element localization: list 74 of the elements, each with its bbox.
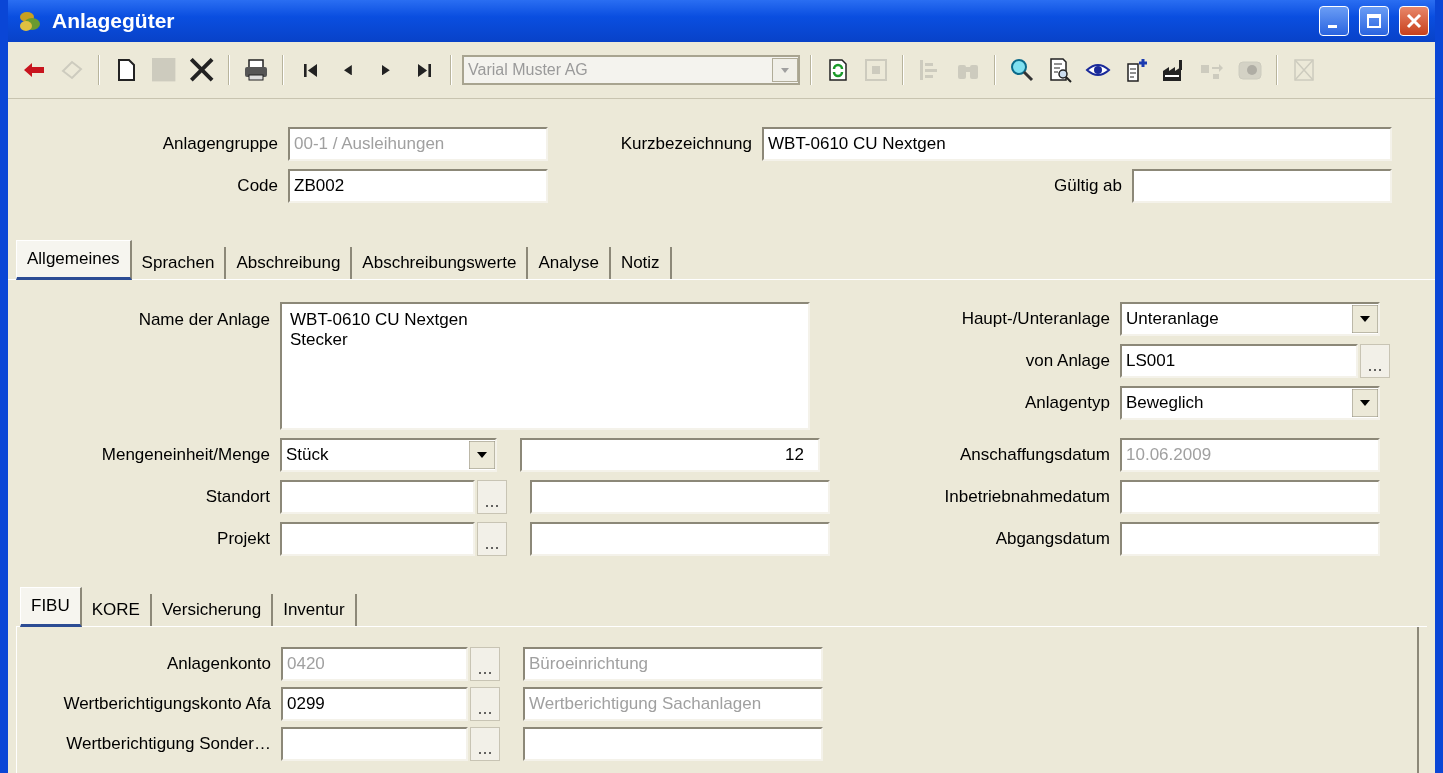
field-label: Abgangsdatum bbox=[994, 529, 1110, 549]
search-icon bbox=[1009, 57, 1035, 83]
ellipsis-icon bbox=[1368, 367, 1382, 373]
input-field[interactable] bbox=[1120, 480, 1380, 514]
tab[interactable]: Abschreibung bbox=[226, 247, 353, 279]
tab[interactable]: Allgemeines bbox=[16, 240, 132, 280]
field-label: Inbetriebnahmedatum bbox=[943, 487, 1110, 507]
caret-icon bbox=[772, 58, 798, 82]
field-label: Projekt bbox=[216, 529, 270, 549]
ellipsis-icon bbox=[478, 670, 492, 676]
field-label: Anlagengruppe bbox=[161, 134, 278, 154]
field-label: Mengeneinheit/Menge bbox=[100, 445, 270, 465]
field-label: Kurzbezeichnung bbox=[619, 134, 752, 154]
field-label: Anschaffungsdatum bbox=[959, 445, 1110, 465]
field-label: Wertberichtigungskonto Afa bbox=[62, 694, 271, 714]
input-field[interactable] bbox=[1120, 522, 1380, 556]
dropdown-field[interactable]: Beweglich bbox=[1120, 386, 1380, 420]
close-button[interactable] bbox=[1399, 6, 1429, 36]
lookup-field[interactable] bbox=[280, 480, 475, 514]
field-label: Haupt-/Unteranlage bbox=[960, 309, 1110, 329]
input-field[interactable]: 12 bbox=[520, 438, 820, 472]
input-field[interactable] bbox=[1132, 169, 1392, 203]
tab[interactable]: Abschreibungswerte bbox=[352, 247, 529, 279]
first-record-icon bbox=[303, 63, 317, 77]
field-label: von Anlage bbox=[1024, 351, 1110, 371]
maximize-icon bbox=[1366, 13, 1382, 29]
caret-icon bbox=[1352, 389, 1378, 417]
text-area[interactable]: WBT-0610 CU Nextgen Stecker bbox=[280, 302, 810, 430]
lookup-field[interactable] bbox=[280, 522, 475, 556]
window-title: Anlagegüter bbox=[52, 9, 176, 33]
field-label: Standort bbox=[204, 487, 270, 507]
last-record-icon bbox=[417, 63, 431, 77]
caret-icon bbox=[469, 441, 495, 469]
field-label: Anlagentyp bbox=[1023, 393, 1110, 413]
previous-record-icon bbox=[344, 64, 352, 76]
ellipsis-icon bbox=[478, 750, 492, 756]
minimize-button[interactable] bbox=[1319, 6, 1349, 36]
field-label: Wertberichtigung Sonder… bbox=[65, 734, 271, 754]
next-record-icon bbox=[382, 64, 390, 76]
lookup-field[interactable]: 0299 bbox=[281, 687, 468, 721]
field-label: Name der Anlage bbox=[137, 309, 270, 330]
ellipsis-icon bbox=[485, 503, 499, 509]
maximize-button[interactable] bbox=[1359, 6, 1389, 36]
tab[interactable]: Sprachen bbox=[131, 247, 227, 279]
input-field[interactable]: ZB002 bbox=[288, 169, 548, 203]
tab[interactable]: Analyse bbox=[528, 247, 611, 279]
field-label: Anlagenkonto bbox=[166, 654, 271, 674]
field-label: Gültig ab bbox=[1052, 176, 1122, 196]
document-search-icon bbox=[1047, 57, 1073, 83]
tab[interactable]: Inventur bbox=[273, 594, 357, 626]
coins-icon bbox=[18, 9, 42, 33]
close-icon bbox=[1406, 13, 1422, 29]
ellipsis-icon bbox=[478, 710, 492, 716]
ellipsis-icon bbox=[485, 545, 499, 551]
tab[interactable]: FIBU bbox=[20, 587, 82, 627]
input-field[interactable] bbox=[523, 727, 823, 761]
lookup-field[interactable]: LS001 bbox=[1120, 344, 1358, 378]
field-label: Code bbox=[236, 176, 278, 196]
tab[interactable]: Versicherung bbox=[151, 594, 274, 626]
square-icon bbox=[152, 58, 176, 82]
tab[interactable]: KORE bbox=[81, 594, 152, 626]
lookup-field[interactable] bbox=[281, 727, 468, 761]
caret-icon bbox=[1352, 305, 1378, 333]
minimize-icon bbox=[1327, 24, 1337, 28]
dropdown-field[interactable]: Unteranlage bbox=[1120, 302, 1380, 336]
delete-icon bbox=[190, 58, 214, 82]
frame-icon bbox=[863, 57, 889, 83]
input-field[interactable] bbox=[530, 522, 830, 556]
tab[interactable]: Notiz bbox=[610, 247, 672, 279]
crossed-box-icon bbox=[1291, 57, 1317, 83]
input-field[interactable]: WBT-0610 CU Nextgen bbox=[762, 127, 1392, 161]
printer-icon bbox=[243, 57, 269, 83]
input-field[interactable] bbox=[530, 480, 830, 514]
dropdown-field[interactable]: Stück bbox=[280, 438, 497, 472]
